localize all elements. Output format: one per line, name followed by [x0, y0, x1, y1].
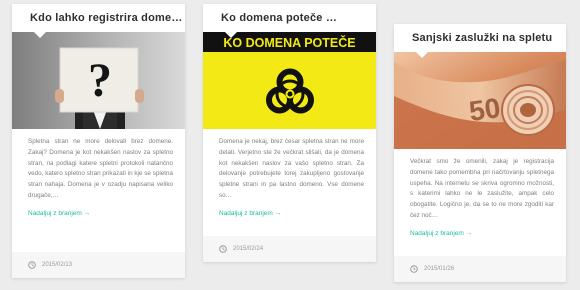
post-meta: 2015/01/26: [394, 256, 566, 282]
post-title-bar: Ko domena poteče …: [203, 4, 376, 38]
post-title[interactable]: Ko domena poteče …: [221, 12, 337, 24]
post-date: 2015/02/13: [42, 262, 73, 268]
post-thumbnail[interactable]: 50: [394, 52, 566, 149]
post-excerpt: Domena je nekaj, brez česar spletna stra…: [219, 138, 364, 199]
post-card: Ko domena poteče … KO DOMENA POTEČE Dome…: [203, 4, 376, 262]
post-title-bar: Sanjski zaslužki na spletu: [394, 24, 566, 58]
clock-icon: [219, 245, 227, 253]
warning-banner-text: KO DOMENA POTEČE: [223, 35, 355, 50]
post-date: 2015/01/26: [424, 266, 455, 272]
read-more-link[interactable]: Nadaljuj z branjem →: [219, 210, 281, 217]
post-excerpt: Večkrat smo že omenili, zakaj je registr…: [410, 158, 554, 219]
post-date: 2015/02/24: [233, 246, 264, 252]
read-more-link[interactable]: Nadaljuj z branjem →: [410, 230, 472, 237]
clock-icon: [28, 261, 36, 269]
post-body: Spletna stran ne more delovati brez dome…: [12, 129, 185, 220]
post-title-bar: Kdo lahko registrira domeno?: [12, 4, 185, 38]
read-more-link[interactable]: Nadaljuj z branjem →: [28, 210, 90, 217]
post-card: Sanjski zaslužki na spletu 50 Večkrat sm…: [394, 24, 566, 282]
banknote-value: 50: [467, 92, 502, 127]
post-excerpt: Spletna stran ne more delovati brez dome…: [28, 138, 173, 199]
post-thumbnail[interactable]: ?: [12, 32, 185, 129]
question-mark-glyph: ?: [88, 54, 112, 107]
post-title[interactable]: Sanjski zaslužki na spletu: [412, 32, 552, 44]
post-body: Večkrat smo že omenili, zakaj je registr…: [394, 149, 566, 240]
post-thumbnail[interactable]: KO DOMENA POTEČE: [203, 32, 376, 129]
post-meta: 2015/02/13: [12, 252, 185, 278]
blog-post-grid: Kdo lahko registrira domeno? ? Spletna s…: [0, 0, 580, 290]
post-meta: 2015/02/24: [203, 236, 376, 262]
post-card: Kdo lahko registrira domeno? ? Spletna s…: [12, 4, 185, 278]
post-body: Domena je nekaj, brez česar spletna stra…: [203, 129, 376, 220]
euro-banknotes-photo: 50: [394, 52, 566, 149]
biohazard-sign-image: KO DOMENA POTEČE: [203, 32, 376, 129]
question-mark-photo: ?: [12, 32, 185, 129]
title-notch: [225, 32, 237, 38]
post-title[interactable]: Kdo lahko registrira domeno?: [30, 12, 185, 24]
title-notch: [34, 32, 46, 38]
clock-icon: [410, 265, 418, 273]
title-notch: [416, 52, 428, 58]
